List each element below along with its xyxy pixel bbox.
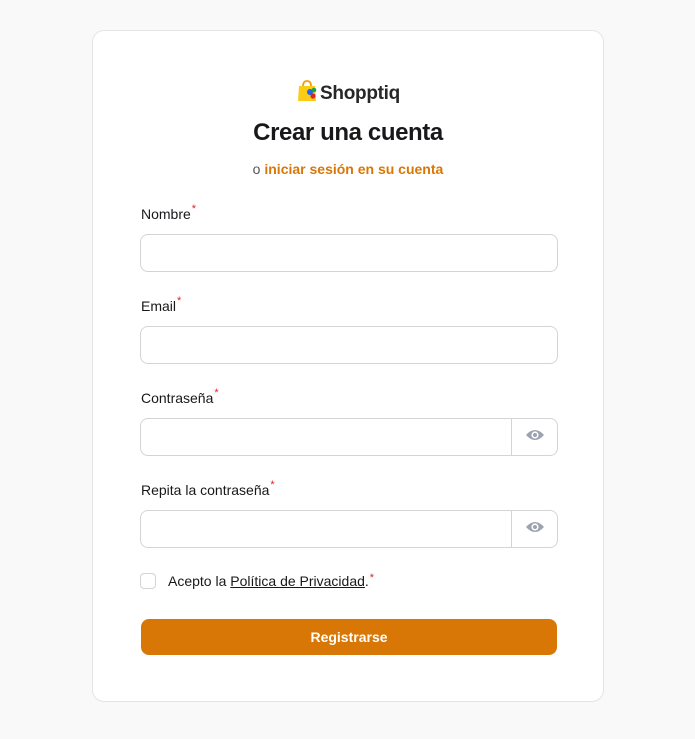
password-input[interactable] [141,419,511,455]
repeat-password-label-text: Repita la contraseña [141,482,270,498]
required-mark: * [369,572,375,584]
login-link[interactable]: iniciar sesión en su cuenta [264,161,443,177]
name-label: Nombre* [141,203,197,222]
repeat-password-field [140,510,558,548]
email-input[interactable] [140,326,558,364]
terms-prefix: Acepto la [168,573,227,589]
login-prompt: o iniciar sesión en su cuenta [93,161,603,177]
page-title: Crear una cuenta [253,119,443,146]
privacy-consent-row: Acepto la Política de Privacidad. * [140,572,375,589]
or-text: o [252,161,261,177]
repeat-password-input[interactable] [141,511,511,547]
name-label-text: Nombre [141,206,191,222]
toggle-password-visibility-button[interactable] [511,419,557,455]
password-field [140,418,558,456]
register-card: Shopptiq Crear una cuenta o iniciar sesi… [92,30,604,702]
brand-logo[interactable]: Shopptiq [93,79,603,108]
required-mark: * [270,479,275,491]
required-mark: * [177,295,182,307]
password-label: Contraseña* [141,387,219,406]
required-mark: * [214,387,219,399]
privacy-checkbox[interactable] [140,573,156,589]
eye-icon [525,428,545,447]
register-button[interactable]: Registrarse [141,619,557,655]
brand-name: Shopptiq [320,82,400,104]
required-mark: * [191,203,197,215]
privacy-policy-link[interactable]: Política de Privacidad [230,573,365,589]
repeat-password-label: Repita la contraseña* [141,479,275,498]
eye-icon [525,520,545,539]
name-input[interactable] [140,234,558,272]
terms-suffix: . [364,573,369,589]
shopping-bag-logo-icon [296,79,318,108]
email-label: Email* [141,295,182,314]
toggle-repeat-password-visibility-button[interactable] [511,511,557,547]
email-label-text: Email [141,298,177,314]
password-label-text: Contraseña [141,390,214,406]
